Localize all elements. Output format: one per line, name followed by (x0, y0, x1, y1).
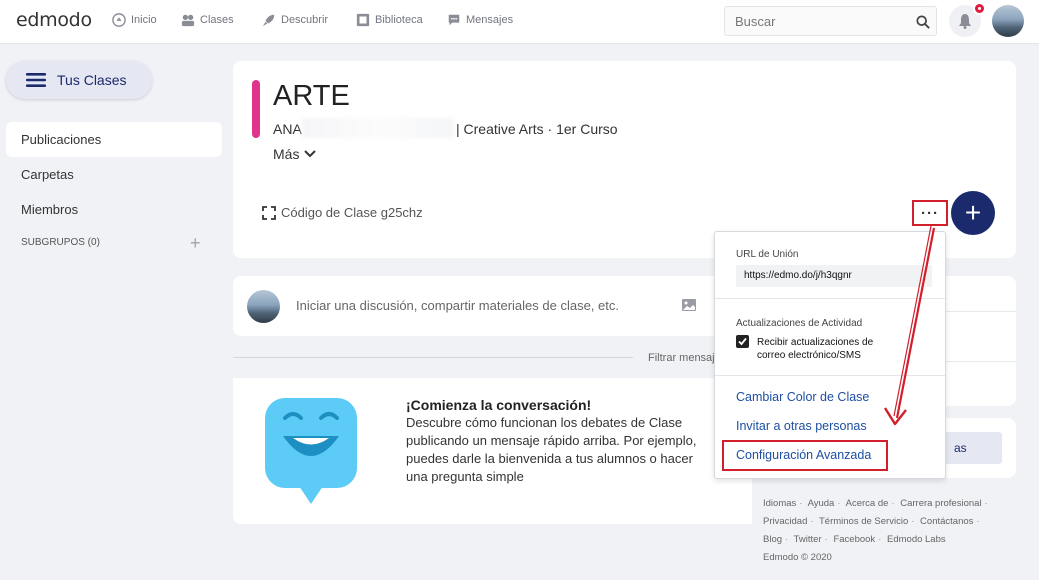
class-title: ARTE (273, 80, 350, 112)
edmodo-logo[interactable]: edmodo (16, 9, 92, 31)
class-code[interactable]: Código de Clase g25chz (262, 205, 423, 220)
footer-link[interactable]: Acerca de (846, 498, 889, 509)
tus-clases-button[interactable]: Tus Clases (6, 61, 152, 99)
class-options-button[interactable]: ··· (912, 200, 948, 226)
bell-icon (959, 14, 971, 29)
sidebar-item-label: Miembros (21, 202, 79, 217)
footer-link[interactable]: Edmodo Labs (887, 534, 946, 545)
home-icon (112, 13, 126, 27)
right-panel-button-label: as (954, 441, 967, 455)
search-placeholder: Buscar (735, 14, 776, 29)
add-subgroup-button[interactable]: + (190, 234, 201, 252)
message-icon (448, 14, 460, 26)
nav-label: Inicio (131, 14, 157, 26)
nav-item-descubrir[interactable]: Descubrir (262, 13, 328, 27)
checkmark-icon (738, 337, 747, 346)
footer-link[interactable]: Ayuda (808, 498, 835, 509)
scan-code-icon (262, 205, 276, 220)
nav-label: Descubrir (281, 14, 329, 26)
add-button[interactable]: + (951, 191, 995, 235)
filter-messages-label[interactable]: Filtrar mensaje (648, 352, 721, 364)
nav-label: Mensajes (466, 14, 514, 26)
footer-link[interactable]: Privacidad (763, 516, 807, 527)
search-input[interactable]: Buscar (724, 6, 937, 36)
nav-item-mensajes[interactable]: Mensajes (447, 13, 513, 27)
invite-others-link[interactable]: Invitar a otras personas (736, 419, 867, 433)
nav-label: Clases (200, 14, 234, 26)
dropdown-divider (715, 298, 945, 299)
footer-link[interactable]: Facebook (833, 534, 875, 545)
sidebar-item-carpetas[interactable]: Carpetas (6, 157, 222, 192)
nav-item-inicio[interactable]: Inicio (112, 13, 157, 27)
top-navigation-bar: edmodo Inicio Clases Descubrir Bibliotec… (0, 0, 1039, 44)
more-info-toggle[interactable]: Más (273, 146, 317, 162)
image-icon[interactable] (681, 297, 697, 313)
footer-link[interactable]: Twitter (794, 534, 822, 545)
footer-link[interactable]: Carrera profesional (900, 498, 981, 509)
notification-badge (973, 2, 986, 15)
library-icon (356, 13, 370, 27)
sidebar-item-label: Carpetas (21, 167, 74, 182)
class-color-bar (252, 80, 260, 138)
chevron-down-icon (304, 150, 317, 158)
empty-state-body: Descubre cómo funcionan los debates de C… (406, 415, 697, 484)
nav-label: Biblioteca (375, 14, 423, 26)
footer-link[interactable]: Blog (763, 534, 782, 545)
sidebar-item-miembros[interactable]: Miembros (6, 192, 222, 227)
footer-links: Idiomas · Ayuda · Acerca de · Carrera profe… (763, 498, 988, 563)
more-info-label: Más (273, 146, 300, 162)
panel-divider (945, 361, 1016, 362)
footer-link[interactable]: Términos de Servicio (819, 516, 908, 527)
tus-clases-label: Tus Clases (57, 72, 127, 88)
notifications-button[interactable] (949, 2, 986, 37)
annotation-highlight-box (722, 440, 888, 471)
footer-link[interactable]: Contáctanos (920, 516, 973, 527)
mascot-illustration (265, 398, 357, 504)
filter-divider (233, 357, 633, 358)
activity-updates-label: Actualizaciones de Actividad (736, 318, 863, 329)
composer-placeholder[interactable]: Iniciar una discusión, compartir materia… (296, 298, 619, 313)
search-icon[interactable] (916, 15, 930, 29)
join-url-field[interactable]: https://edmo.do/j/h3qgnr (736, 265, 932, 287)
nav-item-biblioteca[interactable]: Biblioteca (356, 13, 423, 27)
email-sms-checkbox-label[interactable]: Recibir actualizaciones de correo electr… (757, 336, 897, 362)
composer-avatar (247, 290, 280, 323)
menu-icon (26, 73, 46, 87)
class-header-card (233, 61, 1016, 258)
rocket-icon (262, 14, 275, 27)
subgroups-heading: SUBGRUPOS (0) (21, 237, 100, 248)
dropdown-divider (715, 375, 945, 376)
email-sms-checkbox[interactable] (736, 335, 749, 348)
nav-item-clases[interactable]: Clases (181, 13, 234, 27)
class-meta: | Creative Arts · 1er Curso (456, 121, 618, 137)
class-code-label: Código de Clase g25chz (281, 205, 423, 220)
footer-link[interactable]: Idiomas (763, 498, 796, 509)
sidebar-item-publicaciones[interactable]: Publicaciones (6, 122, 222, 157)
class-teacher: ANA (273, 121, 302, 137)
sidebar-item-label: Publicaciones (21, 132, 102, 147)
classes-icon (181, 14, 195, 27)
redacted-name (302, 118, 454, 138)
change-class-color-link[interactable]: Cambiar Color de Clase (736, 390, 869, 404)
footer-copyright: Edmodo © 2020 (763, 552, 832, 563)
empty-state-title: ¡Comienza la conversación! (406, 397, 592, 413)
user-avatar[interactable] (992, 5, 1024, 37)
panel-divider (945, 311, 1016, 312)
join-url-label: URL de Unión (736, 249, 799, 260)
right-panel-top (945, 276, 1016, 406)
